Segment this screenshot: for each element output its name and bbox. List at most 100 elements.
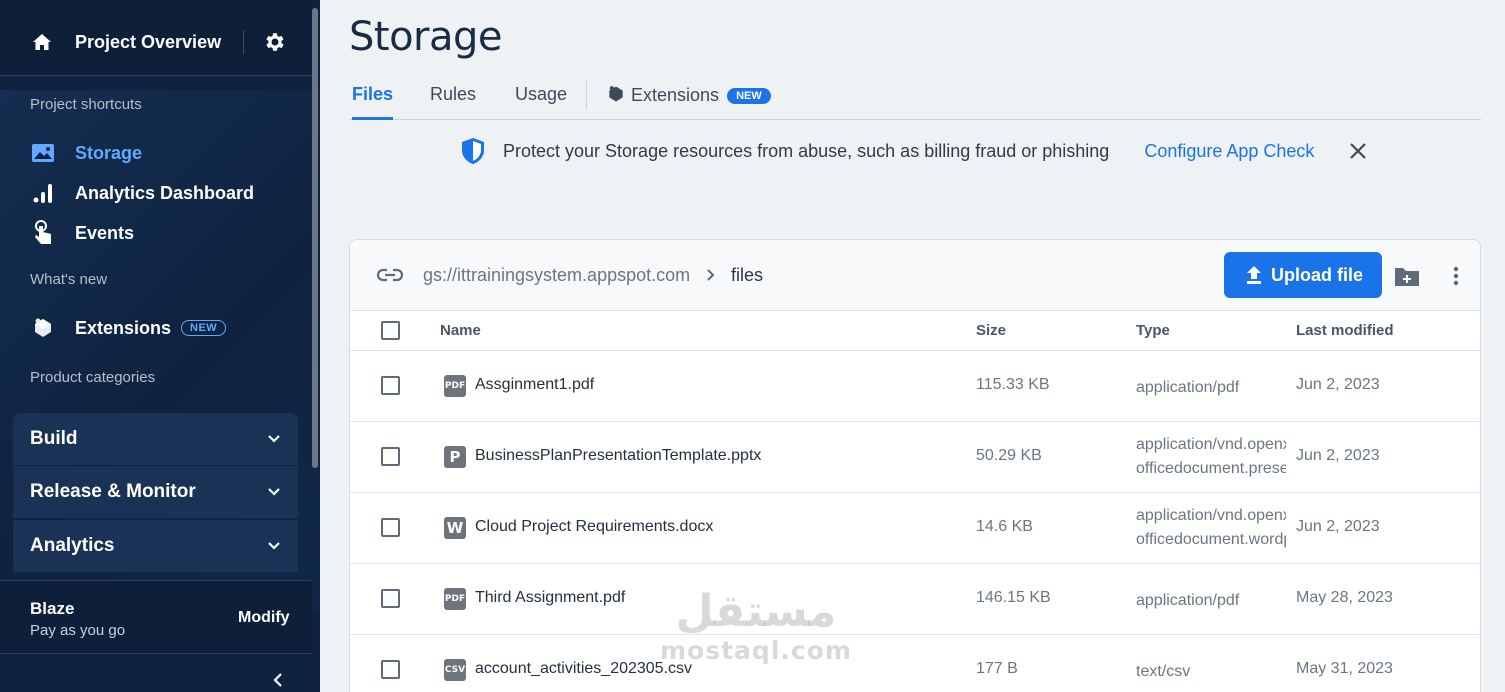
- chevron-down-icon: [268, 488, 280, 496]
- sidebar-item-label: Analytics Dashboard: [75, 182, 255, 203]
- file-date: Jun 2, 2023: [1296, 518, 1380, 535]
- column-type[interactable]: Type: [1136, 322, 1170, 339]
- file-type-continued: officedocument.wordprocessingml.document: [1136, 531, 1286, 548]
- table-row[interactable]: PDF Third Assignment.pdf 146.15 KB appli…: [350, 564, 1480, 635]
- close-icon[interactable]: [1347, 140, 1369, 162]
- table-row[interactable]: P BusinessPlanPresentationTemplate.pptx …: [350, 422, 1480, 493]
- table-row[interactable]: W Cloud Project Requirements.docx 14.6 K…: [350, 493, 1480, 564]
- sidebar-item-label: Storage: [75, 142, 143, 163]
- image-icon: [30, 140, 56, 166]
- tab-separator: [586, 80, 587, 110]
- sidebar-item-storage[interactable]: Storage: [30, 139, 142, 167]
- file-name[interactable]: BusinessPlanPresentationTemplate.pptx: [475, 447, 761, 465]
- chevron-down-icon: [268, 542, 280, 550]
- column-size[interactable]: Size: [976, 322, 1006, 339]
- category-analytics[interactable]: Analytics: [13, 520, 298, 572]
- pdf-file-icon: PDF: [444, 588, 466, 610]
- category-build[interactable]: Build: [13, 413, 298, 465]
- header-divider: [243, 30, 244, 54]
- row-checkbox[interactable]: [381, 589, 400, 608]
- link-icon[interactable]: [376, 263, 404, 287]
- csv-file-icon: CSV: [444, 659, 466, 681]
- tab-usage[interactable]: Usage: [515, 84, 567, 120]
- row-checkbox[interactable]: [381, 660, 400, 679]
- file-name[interactable]: Cloud Project Requirements.docx: [475, 518, 713, 536]
- row-checkbox[interactable]: [381, 376, 400, 395]
- bucket-path[interactable]: gs://ittrainingsystem.appspot.com: [423, 265, 690, 286]
- table-row[interactable]: PDF Assginment1.pdf 115.33 KB applicatio…: [350, 351, 1480, 422]
- chevron-left-icon[interactable]: [268, 670, 288, 690]
- file-type: application/vnd.openxmlformats-: [1136, 436, 1286, 453]
- column-last-modified[interactable]: Last modified: [1296, 322, 1394, 339]
- configure-app-check-link[interactable]: Configure App Check: [1144, 141, 1314, 162]
- more-vert-icon[interactable]: [1446, 264, 1466, 288]
- section-project-shortcuts: Project shortcuts: [30, 96, 142, 113]
- file-type: text/csv: [1136, 663, 1191, 680]
- file-size: 177 B: [976, 660, 1018, 677]
- plan-footer: Blaze Pay as you go Modify: [0, 580, 312, 654]
- file-type-continued: officedocument.presentationml.presentati…: [1136, 460, 1286, 477]
- sidebar-header: Project Overview: [0, 0, 312, 76]
- category-release-monitor[interactable]: Release & Monitor: [13, 466, 298, 518]
- file-date: Jun 2, 2023: [1296, 376, 1380, 393]
- gear-icon[interactable]: [263, 30, 287, 54]
- file-size: 115.33 KB: [976, 376, 1050, 393]
- file-type: application/pdf: [1136, 379, 1240, 396]
- file-size: 14.6 KB: [976, 518, 1033, 535]
- section-whats-new: What's new: [30, 271, 108, 288]
- file-browser-card: gs://ittrainingsystem.appspot.com files …: [349, 239, 1481, 692]
- tab-files[interactable]: Files: [352, 84, 394, 120]
- table-row[interactable]: CSV account_activities_202305.csv 177 B …: [350, 635, 1480, 692]
- file-type: application/vnd.openxmlformats-: [1136, 507, 1286, 524]
- shield-icon: [462, 138, 484, 164]
- pdf-file-icon: PDF: [444, 375, 466, 397]
- sidebar-item-label: Events: [75, 222, 135, 243]
- home-icon[interactable]: [30, 30, 54, 54]
- upload-file-button[interactable]: Upload file: [1224, 252, 1382, 298]
- column-name[interactable]: Name: [440, 322, 481, 339]
- new-badge: NEW: [727, 88, 771, 104]
- section-product-categories: Product categories: [30, 369, 156, 386]
- project-overview-link[interactable]: Project Overview: [75, 32, 221, 53]
- file-date: May 28, 2023: [1296, 589, 1393, 606]
- modify-plan-button[interactable]: Modify: [238, 609, 290, 627]
- sidebar-item-analytics-dashboard[interactable]: Analytics Dashboard: [30, 179, 254, 207]
- sidebar-scrollbar[interactable]: [312, 8, 318, 468]
- file-size: 50.29 KB: [976, 447, 1042, 464]
- tab-rules[interactable]: Rules: [430, 84, 476, 120]
- upload-icon: [1246, 266, 1261, 284]
- tab-label: Extensions: [631, 85, 720, 105]
- chevron-down-icon: [268, 435, 280, 443]
- new-folder-icon[interactable]: [1393, 264, 1421, 288]
- file-browser-toolbar: gs://ittrainingsystem.appspot.com files …: [350, 240, 1480, 311]
- new-badge: NEW: [181, 320, 227, 336]
- powerpoint-file-icon: P: [444, 446, 466, 468]
- select-all-checkbox[interactable]: [381, 321, 400, 340]
- file-name[interactable]: Assginment1.pdf: [475, 376, 594, 394]
- bar-chart-icon: [30, 180, 56, 206]
- file-type: application/pdf: [1136, 592, 1240, 609]
- file-name[interactable]: account_activities_202305.csv: [475, 660, 692, 678]
- chevron-right-icon: [707, 269, 715, 281]
- file-size: 146.15 KB: [976, 589, 1051, 606]
- tab-extensions[interactable]: Extensions NEW: [606, 84, 771, 120]
- category-label: Release & Monitor: [30, 481, 196, 502]
- word-file-icon: W: [444, 517, 466, 539]
- table-header: Name Size Type Last modified: [350, 311, 1480, 351]
- row-checkbox[interactable]: [381, 518, 400, 537]
- upload-label: Upload file: [1270, 264, 1363, 285]
- plan-description: Pay as you go: [30, 622, 126, 639]
- current-folder[interactable]: files: [731, 265, 763, 286]
- sidebar-item-label: Extensions: [75, 317, 172, 338]
- tab-bar: Files Rules Usage Extensions NEW: [350, 80, 1481, 120]
- file-date: Jun 2, 2023: [1296, 447, 1380, 464]
- file-name[interactable]: Third Assignment.pdf: [475, 589, 625, 607]
- category-label: Build: [30, 428, 78, 449]
- row-checkbox[interactable]: [381, 447, 400, 466]
- puzzle-icon: [609, 86, 623, 102]
- sidebar-item-events[interactable]: Events: [30, 219, 134, 247]
- sidebar-item-extensions[interactable]: Extensions NEW: [30, 314, 227, 342]
- sidebar: Project Overview Project shortcuts Stora…: [0, 0, 320, 692]
- plan-name: Blaze: [30, 599, 75, 618]
- banner-message: Protect your Storage resources from abus…: [503, 140, 1110, 161]
